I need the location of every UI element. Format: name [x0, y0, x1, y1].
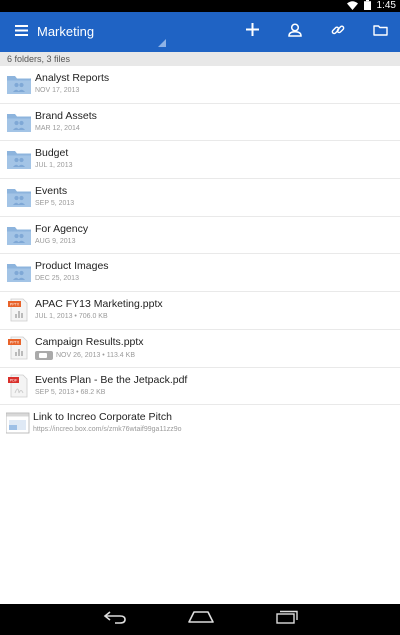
item-meta: JUL 1, 2013 [35, 162, 73, 169]
collaborators-button[interactable] [281, 18, 309, 46]
item-meta: JUL 1, 2013 • 706.0 KB [35, 313, 108, 320]
item-meta: SEP 5, 2013 [35, 200, 74, 207]
list-item[interactable]: Analyst Reports NOV 17, 2013 [0, 66, 400, 104]
recent-apps-button[interactable] [272, 609, 302, 629]
folder-title[interactable]: Marketing [37, 12, 94, 52]
item-name: Brand Assets [35, 109, 97, 122]
link-icon [331, 23, 345, 42]
item-meta: SEP 5, 2013 • 68.2 KB [35, 389, 105, 396]
folder-icon [6, 147, 32, 171]
weblink-item[interactable]: Link to Increo Corporate Pitch https://i… [0, 405, 400, 443]
weblink-icon [5, 411, 32, 435]
item-date: NOV 17, 2013 [35, 87, 80, 94]
item-date: SEP 5, 2013 [35, 200, 75, 208]
navigation-bar [0, 604, 400, 635]
item-date: AUG 9, 2013 [35, 237, 76, 245]
item-meta: MAR 12, 2014 [35, 125, 80, 132]
folder-summary: 6 folders, 3 files [0, 52, 400, 66]
item-date: JUL 1, 2013 [35, 162, 73, 170]
share-link-button[interactable] [324, 18, 352, 46]
list-item[interactable]: Events SEP 5, 2013 [0, 179, 400, 217]
item-details: JUL 1, 2013 • 706.0 KB [35, 313, 108, 321]
folder-icon [6, 223, 32, 247]
home-button[interactable] [186, 609, 216, 629]
dropdown-caret-icon [158, 39, 166, 47]
recent-apps-icon [276, 610, 298, 629]
list-item[interactable]: PDF Events Plan - Be the Jetpack.pdf SEP… [0, 368, 400, 406]
folder-icon [6, 185, 32, 209]
add-icon [245, 23, 259, 41]
pptx-file-icon: PPTX [6, 336, 32, 360]
item-meta: NOV 26, 2013 • 113.4 KB [35, 350, 135, 360]
item-date: DEC 25, 2013 [35, 275, 79, 283]
item-meta: AUG 9, 2013 [35, 238, 75, 245]
link-name: Link to Increo Corporate Pitch [33, 411, 172, 424]
svg-text:PPTX: PPTX [10, 303, 20, 307]
folder-icon [6, 72, 32, 96]
item-name: Events [35, 185, 68, 198]
list-item[interactable]: For Agency AUG 9, 2013 [0, 217, 400, 255]
app-bar: Marketing [0, 12, 400, 52]
svg-text:PPTX: PPTX [10, 340, 20, 344]
item-name: Campaign Results.pptx [35, 335, 144, 348]
status-icons: 1:45 [346, 0, 396, 12]
folder-icon [6, 110, 32, 134]
item-name: Product Images [35, 260, 109, 273]
list-item[interactable]: Product Images DEC 25, 2013 [0, 254, 400, 293]
list-item[interactable]: Brand Assets MAR 12, 2014 [0, 104, 400, 142]
back-button[interactable] [100, 609, 130, 629]
item-meta: DEC 25, 2013 [35, 275, 79, 282]
folder-icon [6, 260, 32, 284]
item-details: NOV 26, 2013 • 113.4 KB [56, 351, 135, 359]
menu-button[interactable] [8, 20, 34, 44]
list-item[interactable]: Budget JUL 1, 2013 [0, 141, 400, 180]
item-name: Budget [35, 147, 69, 160]
item-meta: NOV 17, 2013 [35, 87, 79, 94]
folder-options-button[interactable] [366, 18, 394, 46]
comment-icon [35, 350, 53, 360]
item-details: SEP 5, 2013 • 68.2 KB [35, 388, 106, 396]
item-name: APAC FY13 Marketing.pptx [35, 298, 163, 311]
svg-text:PDF: PDF [10, 378, 18, 382]
list-item[interactable]: PPTX Campaign Results.pptx NOV 26, 2013 … [0, 330, 400, 368]
list-item[interactable]: PPTX APAC FY13 Marketing.pptx JUL 1, 201… [0, 292, 400, 330]
link-url: https://increo.box.com/s/zmk76wtaif99ga1… [33, 426, 182, 434]
home-icon [188, 610, 214, 628]
status-bar: 1:45 [0, 0, 400, 12]
add-button[interactable] [238, 18, 266, 46]
item-name: For Agency [35, 222, 89, 235]
hamburger-icon [14, 23, 28, 41]
status-time: 1:45 [376, 0, 396, 11]
item-name: Events Plan - Be the Jetpack.pdf [35, 373, 188, 386]
user-icon [288, 22, 302, 42]
item-date: MAR 12, 2014 [35, 124, 80, 132]
file-list: Analyst Reports NOV 17, 2013 Brand Asset… [0, 66, 400, 443]
item-name: Analyst Reports [35, 72, 110, 84]
folder-icon [372, 23, 388, 41]
pdf-file-icon: PDF [6, 374, 32, 398]
pptx-file-icon: PPTX [6, 298, 32, 322]
back-icon [103, 610, 127, 629]
